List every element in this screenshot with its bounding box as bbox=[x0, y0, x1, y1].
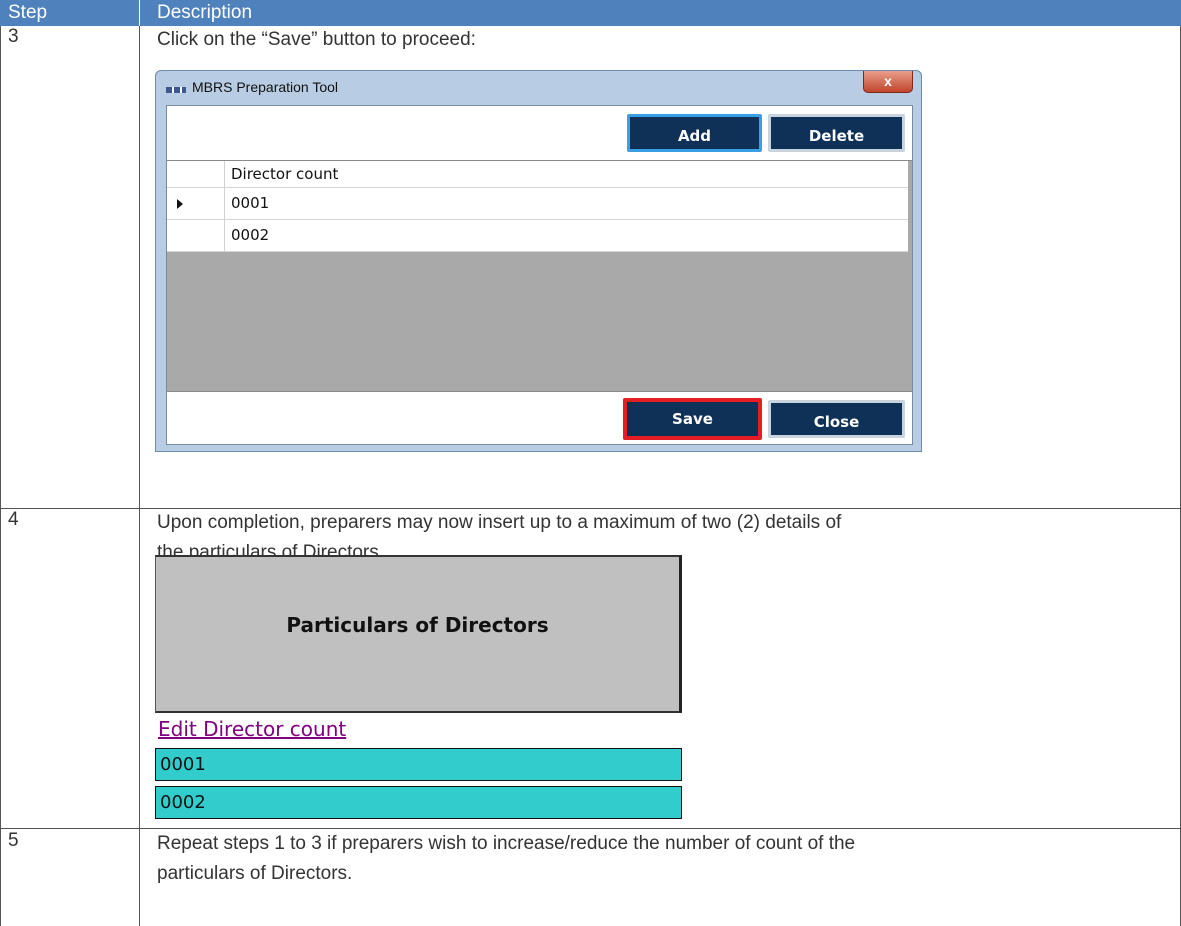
column-divider-left bbox=[0, 26, 1, 926]
grid-row[interactable]: 0001 bbox=[167, 188, 908, 220]
step-number: 5 bbox=[8, 830, 19, 851]
header-step-label: Step bbox=[8, 2, 48, 23]
director-entry[interactable]: 0001 bbox=[155, 748, 682, 781]
director-entry[interactable]: 0002 bbox=[155, 786, 682, 819]
grid-row[interactable]: 0002 bbox=[167, 220, 908, 252]
step-description-line: particulars of Directors. bbox=[157, 863, 353, 884]
director-count-grid: Director count 0001 0002 bbox=[167, 160, 912, 392]
row-selector[interactable] bbox=[167, 220, 225, 251]
add-button[interactable]: Add bbox=[627, 114, 762, 152]
dialog-panel: Add Delete Director count 0001 0002 Save… bbox=[166, 105, 913, 445]
grid-header-row: Director count bbox=[167, 161, 908, 188]
header-description-label: Description bbox=[157, 2, 253, 23]
column-header[interactable]: Director count bbox=[231, 161, 338, 188]
header-description-cell: Description bbox=[140, 0, 1181, 26]
edit-director-count-link[interactable]: Edit Director count bbox=[158, 717, 346, 741]
dialog-title: MBRS Preparation Tool bbox=[192, 79, 339, 95]
particulars-title: Particulars of Directors bbox=[286, 613, 549, 637]
app-icon bbox=[166, 87, 186, 93]
instruction-table: Step Description 3 Click on the “Save” b… bbox=[0, 0, 1181, 926]
header-step-cell: Step bbox=[0, 0, 139, 26]
preparation-tool-dialog: MBRS Preparation Tool x Add Delete Direc… bbox=[155, 70, 922, 452]
save-button[interactable]: Save bbox=[623, 398, 762, 440]
grid-cell[interactable]: 0001 bbox=[231, 188, 269, 219]
step-number: 4 bbox=[8, 509, 19, 530]
step-number: 3 bbox=[8, 26, 19, 47]
window-close-button[interactable]: x bbox=[863, 71, 913, 93]
grid-cell[interactable]: 0002 bbox=[231, 220, 269, 251]
step-description-line: Repeat steps 1 to 3 if preparers wish to… bbox=[157, 833, 856, 854]
close-button[interactable]: Close bbox=[768, 400, 905, 438]
row-divider bbox=[0, 828, 1181, 829]
row-header-corner bbox=[167, 161, 225, 187]
delete-button[interactable]: Delete bbox=[768, 114, 905, 152]
step-description-line: Upon completion, preparers may now inser… bbox=[157, 512, 842, 533]
step-description: Click on the “Save” button to proceed: bbox=[157, 29, 476, 50]
current-row-icon bbox=[177, 199, 183, 209]
row-selector[interactable] bbox=[167, 188, 225, 219]
particulars-of-directors-box: Particulars of Directors bbox=[155, 555, 682, 713]
column-divider-middle bbox=[139, 26, 140, 926]
